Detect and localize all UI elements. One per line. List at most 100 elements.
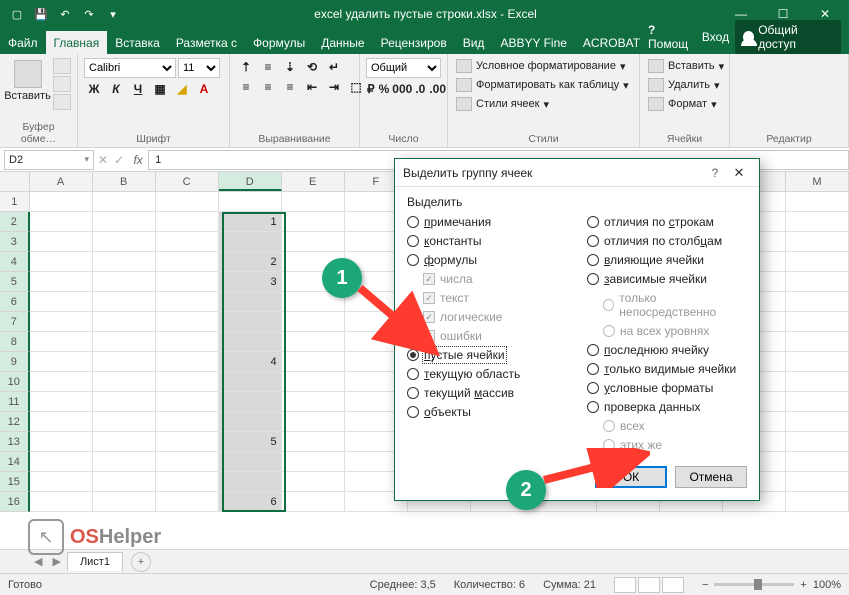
cell[interactable] bbox=[786, 492, 849, 512]
cell[interactable] bbox=[219, 472, 282, 492]
radio-option[interactable]: текущий массив bbox=[407, 386, 567, 400]
cell[interactable] bbox=[219, 292, 282, 312]
cell[interactable] bbox=[219, 392, 282, 412]
currency-icon[interactable]: ₽ bbox=[366, 80, 376, 98]
cell[interactable] bbox=[156, 412, 219, 432]
cell[interactable] bbox=[282, 192, 345, 212]
row-header-2[interactable]: 2 bbox=[0, 212, 30, 232]
format-as-table-button[interactable]: Форматировать как таблицу ▾ bbox=[454, 77, 631, 93]
cell[interactable] bbox=[30, 352, 93, 372]
cell[interactable] bbox=[219, 312, 282, 332]
row-header-15[interactable]: 15 bbox=[0, 472, 30, 492]
paste-button[interactable]: Вставить bbox=[6, 58, 49, 104]
tab-home[interactable]: Главная bbox=[46, 31, 108, 54]
cell[interactable] bbox=[219, 232, 282, 252]
dec-decimal-icon[interactable]: .00 bbox=[428, 80, 447, 98]
radio-option[interactable]: пустые ячейки bbox=[407, 348, 567, 362]
cell[interactable] bbox=[30, 432, 93, 452]
wrap-text-icon[interactable]: ↵ bbox=[324, 58, 344, 76]
cell[interactable] bbox=[93, 292, 156, 312]
cell[interactable]: 4 bbox=[219, 352, 282, 372]
cell[interactable] bbox=[93, 232, 156, 252]
cell[interactable] bbox=[30, 292, 93, 312]
cell[interactable] bbox=[786, 352, 849, 372]
cell[interactable]: 3 bbox=[219, 272, 282, 292]
align-right-icon[interactable]: ≡ bbox=[280, 78, 300, 96]
cell[interactable] bbox=[156, 452, 219, 472]
cell[interactable] bbox=[219, 332, 282, 352]
cell[interactable] bbox=[282, 352, 345, 372]
cell[interactable] bbox=[156, 372, 219, 392]
row-header-7[interactable]: 7 bbox=[0, 312, 30, 332]
tab-file[interactable]: Файл bbox=[0, 31, 46, 54]
cell[interactable] bbox=[156, 272, 219, 292]
tab-formulas[interactable]: Формулы bbox=[245, 31, 313, 54]
align-center-icon[interactable]: ≡ bbox=[258, 78, 278, 96]
tab-review[interactable]: Рецензиров bbox=[373, 31, 455, 54]
cut-icon[interactable] bbox=[53, 58, 71, 74]
redo-icon[interactable]: ↷ bbox=[80, 5, 98, 23]
radio-option[interactable]: только видимые ячейки bbox=[587, 362, 747, 376]
col-header-M[interactable]: M bbox=[786, 172, 849, 191]
cell[interactable] bbox=[93, 452, 156, 472]
col-header-C[interactable]: C bbox=[156, 172, 219, 191]
share-button[interactable]: Общий доступ bbox=[735, 20, 841, 54]
cell[interactable] bbox=[786, 312, 849, 332]
format-cells-button[interactable]: Формат ▾ bbox=[646, 96, 719, 112]
dialog-help-button[interactable]: ? bbox=[703, 166, 727, 180]
tell-me[interactable]: Помощ bbox=[648, 23, 696, 51]
login-link[interactable]: Вход bbox=[702, 30, 729, 44]
row-header-3[interactable]: 3 bbox=[0, 232, 30, 252]
ok-button[interactable]: ОК bbox=[595, 466, 667, 488]
italic-button[interactable]: К bbox=[106, 80, 126, 98]
row-header-12[interactable]: 12 bbox=[0, 412, 30, 432]
cell[interactable] bbox=[282, 452, 345, 472]
cell[interactable] bbox=[93, 212, 156, 232]
cell[interactable] bbox=[282, 432, 345, 452]
radio-option[interactable]: объекты bbox=[407, 405, 567, 419]
cell[interactable] bbox=[156, 292, 219, 312]
underline-button[interactable]: Ч bbox=[128, 80, 148, 98]
align-bottom-icon[interactable]: ⇣ bbox=[280, 58, 300, 76]
bold-button[interactable]: Ж bbox=[84, 80, 104, 98]
cell[interactable] bbox=[156, 432, 219, 452]
cell[interactable] bbox=[30, 312, 93, 332]
tab-layout[interactable]: Разметка с bbox=[168, 31, 245, 54]
row-header-9[interactable]: 9 bbox=[0, 352, 30, 372]
tab-insert[interactable]: Вставка bbox=[107, 31, 168, 54]
cell[interactable]: 1 bbox=[219, 212, 282, 232]
zoom-in-button[interactable]: + bbox=[800, 579, 806, 591]
row-header-1[interactable]: 1 bbox=[0, 192, 30, 212]
font-name-select[interactable]: Calibri bbox=[84, 58, 176, 78]
cell[interactable] bbox=[786, 452, 849, 472]
cell[interactable] bbox=[30, 392, 93, 412]
cell[interactable] bbox=[93, 372, 156, 392]
cell[interactable] bbox=[156, 232, 219, 252]
cell[interactable] bbox=[93, 492, 156, 512]
app-menu-icon[interactable]: ▢ bbox=[8, 5, 26, 23]
delete-cells-button[interactable]: Удалить ▾ bbox=[646, 77, 722, 93]
radio-option[interactable]: формулы bbox=[407, 253, 567, 267]
cell[interactable] bbox=[156, 352, 219, 372]
align-top-icon[interactable]: ⇡ bbox=[236, 58, 256, 76]
cell[interactable] bbox=[156, 472, 219, 492]
tab-acrobat[interactable]: ACROBAT bbox=[575, 31, 648, 54]
cell[interactable] bbox=[282, 412, 345, 432]
radio-option[interactable]: последнюю ячейку bbox=[587, 343, 747, 357]
row-header-6[interactable]: 6 bbox=[0, 292, 30, 312]
cell[interactable] bbox=[30, 372, 93, 392]
cell[interactable] bbox=[156, 252, 219, 272]
cell[interactable] bbox=[93, 352, 156, 372]
zoom-out-button[interactable]: − bbox=[702, 579, 708, 591]
font-color-button[interactable]: A bbox=[194, 80, 214, 98]
cell[interactable] bbox=[786, 332, 849, 352]
format-painter-icon[interactable] bbox=[53, 94, 71, 110]
radio-option[interactable]: влияющие ячейки bbox=[587, 253, 747, 267]
radio-option[interactable]: отличия по столбцам bbox=[587, 234, 747, 248]
fill-color-button[interactable]: ◢ bbox=[172, 80, 192, 98]
cell[interactable] bbox=[93, 432, 156, 452]
cell[interactable] bbox=[93, 332, 156, 352]
row-header-4[interactable]: 4 bbox=[0, 252, 30, 272]
radio-option[interactable]: проверка данных bbox=[587, 400, 747, 414]
dialog-close-button[interactable]: ✕ bbox=[727, 165, 751, 181]
